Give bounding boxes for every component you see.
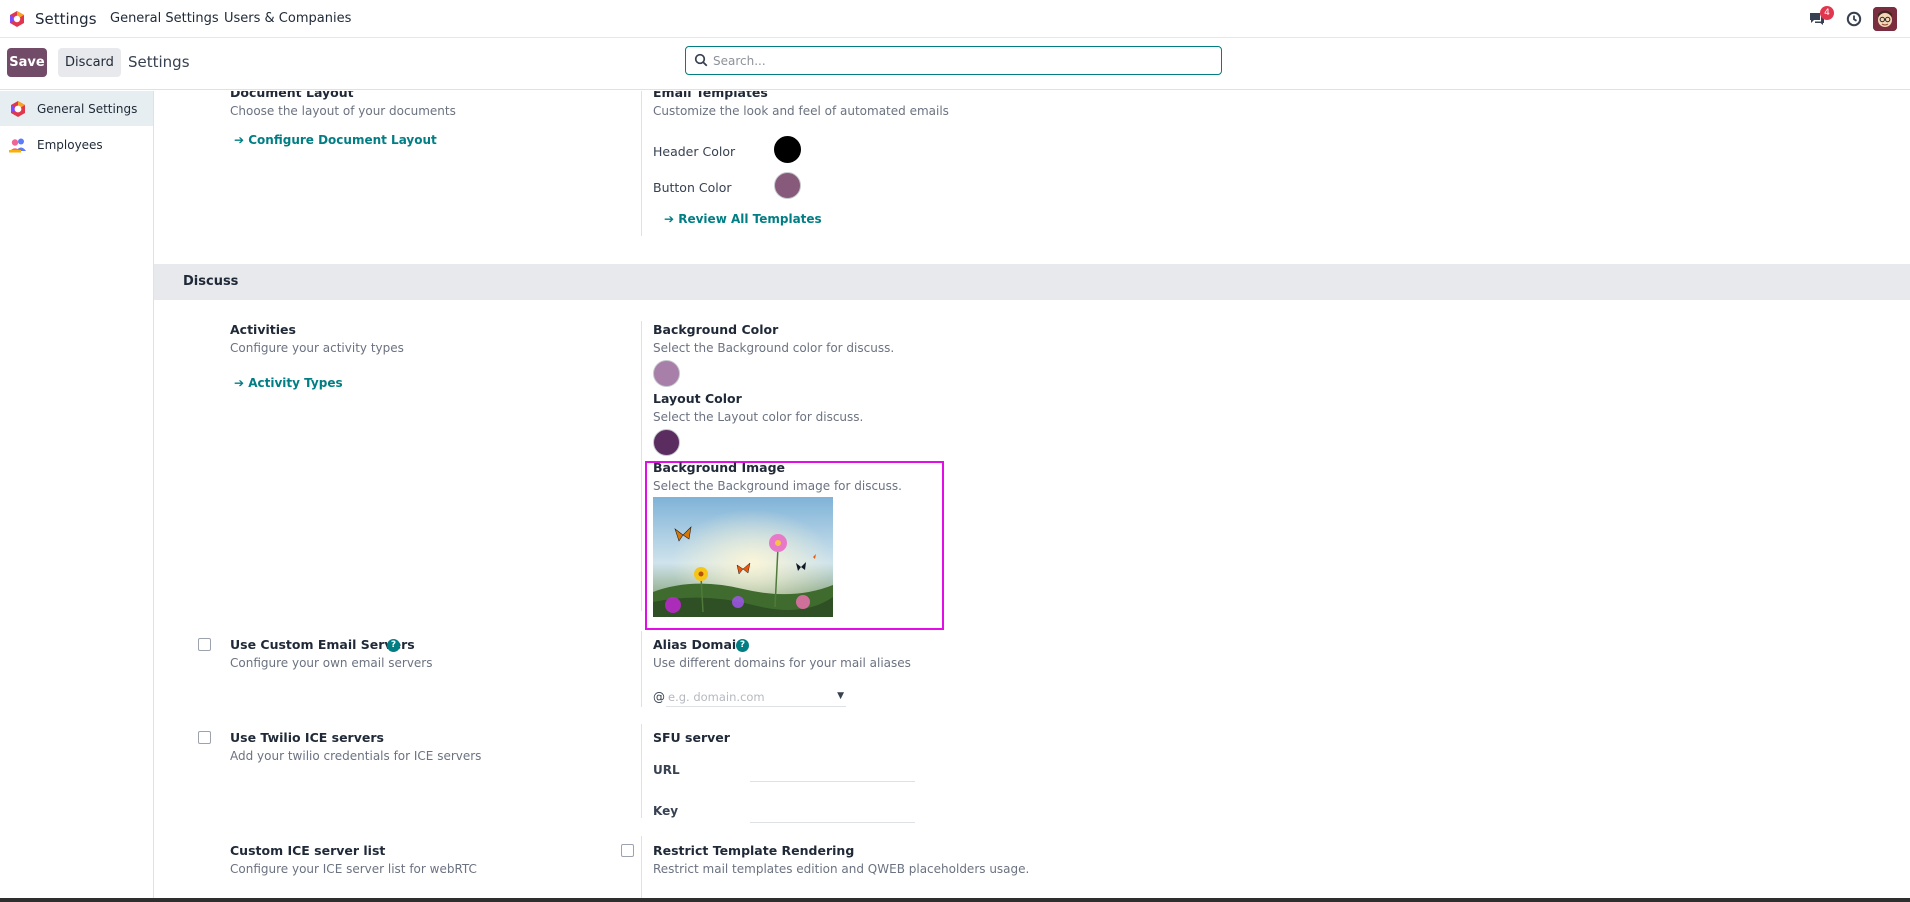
page-title: Settings [128, 53, 190, 71]
header-color-swatch[interactable] [774, 136, 801, 163]
activities-desc: Configure your activity types [230, 341, 404, 355]
alias-domain-title: Alias Domain [653, 637, 746, 652]
help-icon[interactable]: ? [736, 639, 749, 652]
top-navbar: Settings General Settings Users & Compan… [0, 0, 1910, 38]
twilio-desc: Add your twilio credentials for ICE serv… [230, 749, 482, 763]
background-image-preview[interactable] [653, 497, 833, 617]
background-color-swatch[interactable] [653, 360, 680, 387]
divider [641, 724, 642, 818]
header-color-label: Header Color [653, 144, 736, 159]
caret-down-icon: ▼ [837, 691, 844, 701]
twilio-title: Use Twilio ICE servers [230, 730, 384, 745]
alias-domain-desc: Use different domains for your mail alia… [653, 656, 911, 670]
alias-domain-select[interactable]: e.g. domain.com ▼ [666, 687, 846, 707]
sfu-url-label: URL [653, 763, 680, 777]
discuss-section-header: Discuss [154, 264, 1910, 300]
custom-email-servers-desc: Configure your own email servers [230, 656, 433, 670]
arrow-right-icon: ➔ [234, 376, 249, 390]
custom-email-servers-checkbox[interactable] [198, 638, 211, 651]
document-layout-title: Document Layout [230, 91, 354, 100]
search-input[interactable] [713, 51, 1213, 71]
background-color-title: Background Color [653, 322, 779, 337]
layout-color-swatch[interactable] [653, 429, 680, 456]
twilio-checkbox[interactable] [198, 731, 211, 744]
arrow-right-icon: ➔ [664, 212, 679, 226]
link-label: Review All Templates [678, 212, 822, 226]
custom-ice-title: Custom ICE server list [230, 843, 386, 858]
divider [641, 631, 642, 707]
sidebar-item-employees[interactable]: Employees [0, 127, 153, 162]
chat-badge: 4 [1820, 6, 1834, 20]
background-image-desc: Select the Background image for discuss. [653, 479, 902, 493]
configure-document-layout-link[interactable]: ➔ Configure Document Layout [234, 133, 437, 147]
layout-color-title: Layout Color [653, 391, 742, 406]
email-templates-title: Email Templates [653, 91, 768, 100]
menu-general-settings[interactable]: General Settings [110, 11, 219, 26]
search-bar[interactable] [685, 46, 1222, 75]
restrict-template-desc: Restrict mail templates edition and QWEB… [653, 862, 1030, 876]
activity-types-link[interactable]: ➔ Activity Types [234, 376, 343, 390]
button-color-label: Button Color [653, 180, 732, 195]
layout-color-desc: Select the Layout color for discuss. [653, 410, 864, 424]
custom-ice-desc: Configure your ICE server list for webRT… [230, 862, 477, 876]
email-templates-desc: Customize the look and feel of automated… [653, 104, 949, 118]
control-panel: Save Discard Settings [0, 38, 1910, 90]
divider [641, 321, 642, 611]
restrict-template-title: Restrict Template Rendering [653, 843, 855, 858]
restrict-template-checkbox[interactable] [621, 844, 634, 857]
review-all-templates-link[interactable]: ➔ Review All Templates [664, 212, 822, 226]
divider [641, 91, 642, 236]
divider [641, 836, 642, 898]
alias-domain-prefix: @ [653, 690, 665, 704]
search-icon [694, 53, 708, 67]
arrow-right-icon: ➔ [234, 133, 249, 147]
activities-title: Activities [230, 322, 296, 337]
sfu-server-title: SFU server [653, 730, 730, 745]
settings-sidebar: General Settings Employees [0, 91, 154, 898]
settings-content: Document Layout Choose the layout of you… [154, 91, 1910, 898]
link-label: Activity Types [248, 376, 343, 390]
employees-icon [8, 135, 28, 155]
taskbar-strip [0, 898, 1910, 902]
discuss-section-title: Discuss [183, 274, 239, 289]
sidebar-item-general-settings[interactable]: General Settings [0, 91, 153, 126]
app-name[interactable]: Settings [35, 10, 97, 28]
user-avatar[interactable] [1873, 7, 1897, 31]
background-image-title: Background Image [653, 460, 786, 475]
alias-domain-placeholder: e.g. domain.com [668, 690, 765, 704]
background-color-desc: Select the Background color for discuss. [653, 341, 895, 355]
button-color-swatch[interactable] [774, 172, 801, 199]
link-label: Configure Document Layout [248, 133, 437, 147]
clock-icon[interactable] [1843, 8, 1865, 30]
menu-users-companies[interactable]: Users & Companies [224, 11, 351, 26]
sfu-url-input[interactable] [750, 781, 915, 782]
help-icon[interactable]: ? [387, 639, 400, 652]
document-layout-desc: Choose the layout of your documents [230, 104, 456, 118]
general-settings-icon [8, 99, 28, 119]
odoo-logo-icon[interactable] [8, 10, 26, 28]
sfu-key-label: Key [653, 804, 679, 818]
sidebar-item-label: Employees [37, 137, 103, 152]
discard-button[interactable]: Discard [58, 48, 121, 77]
sfu-key-input[interactable] [750, 822, 915, 823]
save-button[interactable]: Save [7, 48, 47, 77]
sidebar-item-label: General Settings [37, 101, 138, 116]
